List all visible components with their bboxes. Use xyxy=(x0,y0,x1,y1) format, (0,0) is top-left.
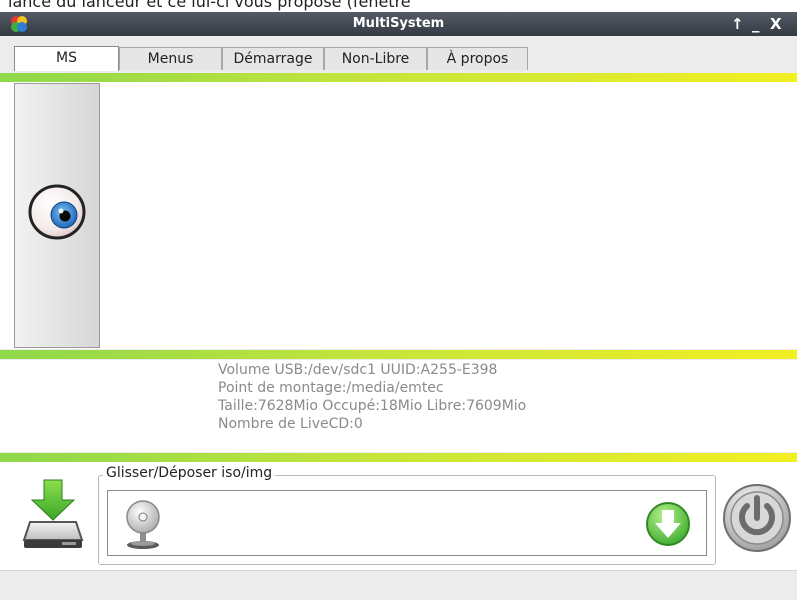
livecd-list-panel[interactable] xyxy=(0,82,797,349)
color-band-bottom xyxy=(0,453,797,462)
drop-group-label: Glisser/Déposer iso/img xyxy=(103,465,276,481)
color-band-middle xyxy=(0,350,797,359)
color-band-top xyxy=(0,73,797,82)
tab-ms[interactable]: MS xyxy=(14,46,119,71)
usb-info-panel: Volume USB:/dev/sdc1 UUID:A255-E398 Poin… xyxy=(0,360,797,452)
window-titlebar[interactable]: MultiSystem ↑ _ X xyxy=(0,12,797,36)
eye-icon[interactable] xyxy=(27,181,89,243)
close-button[interactable]: X xyxy=(770,14,782,34)
background-text: lancé du lanceur et ce lui-ci vous propo… xyxy=(8,0,411,11)
cd-drive-icon xyxy=(126,500,160,549)
mount-point-text: Point de montage:/media/emtec xyxy=(218,380,444,396)
iso-drop-field[interactable] xyxy=(107,490,707,556)
minimize-button[interactable]: _ xyxy=(752,14,760,34)
power-icon[interactable] xyxy=(721,482,793,554)
tab-demarrage[interactable]: Démarrage xyxy=(222,47,324,70)
status-bar xyxy=(0,570,797,600)
tab-a-propos[interactable]: À propos xyxy=(427,47,528,70)
usb-drive-icon[interactable] xyxy=(22,478,84,550)
pin-button[interactable]: ↑ xyxy=(731,14,744,34)
livecd-count-text: Nombre de LiveCD:0 xyxy=(218,416,363,432)
side-toggle-strip[interactable] xyxy=(14,83,100,348)
background-text-strip: lancé du lanceur et ce lui-ci vous propo… xyxy=(0,0,797,12)
usb-size-text: Taille:7628Mio Occupé:18Mio Libre:7609Mi… xyxy=(218,398,527,414)
tab-non-libre[interactable]: Non-Libre xyxy=(324,47,427,70)
usb-volume-text: Volume USB:/dev/sdc1 UUID:A255-E398 xyxy=(218,362,498,378)
download-arrow-icon[interactable] xyxy=(645,501,691,547)
window-title: MultiSystem xyxy=(352,16,445,31)
tab-menus[interactable]: Menus xyxy=(119,47,222,70)
